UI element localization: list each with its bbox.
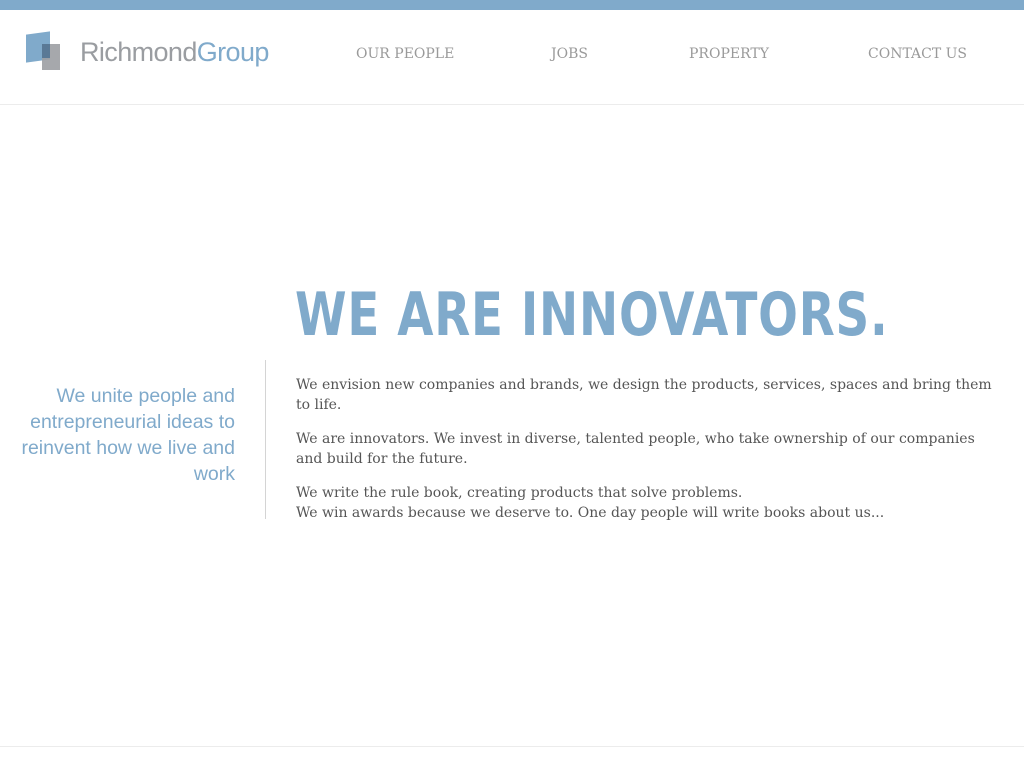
hero-body-copy: We envision new companies and brands, we… [296,375,996,537]
body-closing-line: We write the rule book, creating product… [296,485,743,501]
nav-item-jobs[interactable]: JOBS [551,46,588,62]
body-paragraph: We are innovators. We invest in diverse,… [296,431,975,467]
body-closing: We write the rule book, creating product… [296,483,996,523]
top-accent-bar [0,0,1024,10]
main-nav: OUR PEOPLE JOBS PROPERTY CONTACT US [0,46,1024,68]
nav-item-property[interactable]: PROPERTY [689,46,769,62]
nav-item-our-people[interactable]: OUR PEOPLE [356,46,454,62]
hero-tagline: We unite people and entrepreneurial idea… [21,385,235,485]
body-closing-line: We win awards because we deserve to. One… [296,505,885,521]
nav-item-contact-us[interactable]: CONTACT US [868,46,967,62]
hero-headline: WE ARE INNOVATORS. [295,280,889,350]
footer-divider [0,746,1024,747]
site-header: RichmondGroup OUR PEOPLE JOBS PROPERTY C… [0,10,1024,105]
body-paragraph: We envision new companies and brands, we… [296,377,992,413]
vertical-divider [265,360,266,519]
